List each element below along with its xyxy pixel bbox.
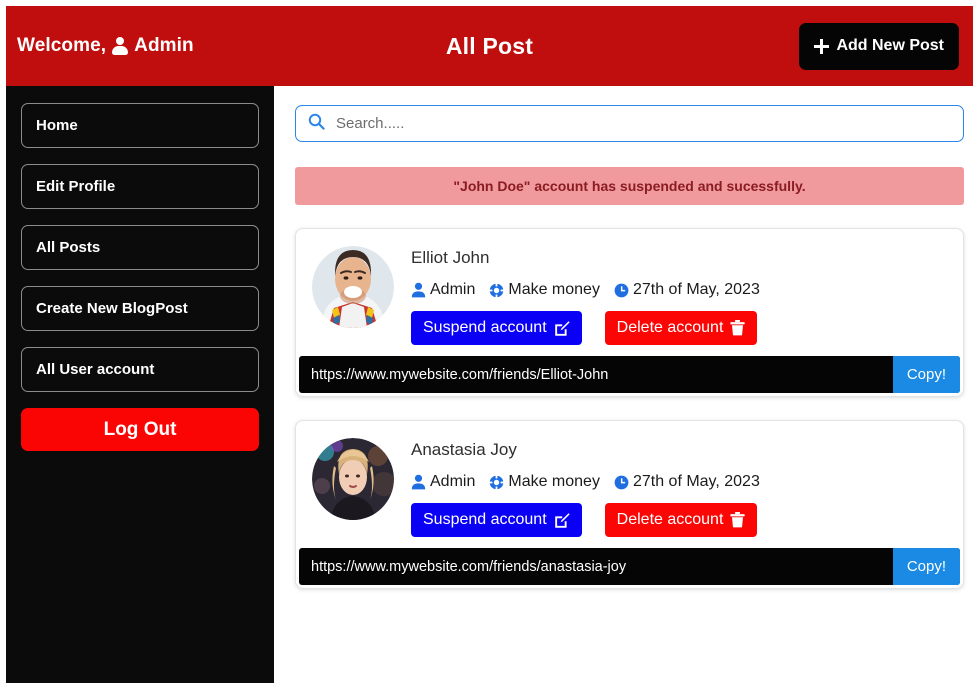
category-icon	[489, 282, 505, 298]
user-card-info: Anastasia Joy Admin Make money 27th of M…	[411, 438, 947, 537]
add-new-post-button[interactable]: Add New Post	[799, 22, 959, 70]
clock-icon	[614, 283, 629, 298]
user-role-label: Admin	[430, 473, 476, 490]
delete-account-label: Delete account	[616, 511, 724, 528]
trash-icon	[730, 512, 745, 528]
category-icon	[489, 474, 505, 490]
user-card-info: Elliot John Admin Make money 27th of May…	[411, 246, 947, 345]
delete-account-button[interactable]: Delete account	[604, 503, 758, 537]
user-card: Anastasia Joy Admin Make money 27th of M…	[295, 420, 964, 589]
user-date: 27th of May, 2023	[614, 281, 760, 299]
user-category-label: Make money	[508, 473, 600, 490]
suspend-account-button[interactable]: Suspend account	[411, 311, 582, 345]
person-icon	[411, 474, 426, 490]
copy-url-button[interactable]: Copy!	[892, 548, 960, 585]
user-action-buttons: Suspend account Delete account	[411, 503, 947, 537]
body-wrapper: Home Edit Profile All Posts Create New B…	[6, 86, 973, 683]
user-role: Admin	[411, 473, 475, 491]
person-icon	[411, 282, 426, 298]
user-date-label: 27th of May, 2023	[632, 281, 760, 298]
clock-icon	[614, 475, 629, 490]
user-meta-row: Admin Make money 27th of May, 2023	[411, 473, 947, 491]
user-date-label: 27th of May, 2023	[632, 473, 760, 490]
app-header: Welcome, Admin All Post Add New Post	[6, 6, 973, 86]
app-root: Welcome, Admin All Post Add New Post Hom…	[0, 0, 979, 683]
sidebar-item-all-user-account[interactable]: All User account	[21, 347, 259, 392]
user-category-label: Make money	[508, 281, 600, 298]
user-name: Elliot John	[411, 248, 490, 267]
avatar	[312, 246, 394, 328]
pencil-square-icon	[554, 512, 570, 528]
user-card-body: Anastasia Joy Admin Make money 27th of M…	[296, 421, 963, 548]
sidebar-item-all-posts[interactable]: All Posts	[21, 225, 259, 270]
user-card-body: Elliot John Admin Make money 27th of May…	[296, 229, 963, 356]
user-category: Make money	[489, 281, 600, 299]
user-card: Elliot John Admin Make money 27th of May…	[295, 228, 964, 397]
person-icon	[112, 37, 129, 55]
user-action-buttons: Suspend account Delete account	[411, 311, 947, 345]
trash-icon	[730, 320, 745, 336]
pencil-square-icon	[554, 320, 570, 336]
sidebar: Home Edit Profile All Posts Create New B…	[6, 86, 274, 683]
status-alert: "John Doe" account has suspended and suc…	[295, 167, 964, 205]
add-new-post-label: Add New Post	[836, 37, 944, 54]
plus-icon	[814, 38, 830, 54]
sidebar-item-create-new-blogpost[interactable]: Create New BlogPost	[21, 286, 259, 331]
search-icon	[308, 113, 325, 135]
share-url-bar[interactable]: https://www.mywebsite.com/friends/Elliot…	[299, 356, 960, 393]
user-category: Make money	[489, 473, 600, 491]
suspend-account-label: Suspend account	[423, 319, 547, 336]
suspend-account-label: Suspend account	[423, 511, 547, 528]
share-url-text: https://www.mywebsite.com/friends/Elliot…	[311, 366, 609, 383]
search-bar[interactable]	[295, 105, 964, 142]
delete-account-button[interactable]: Delete account	[604, 311, 758, 345]
user-date: 27th of May, 2023	[614, 473, 760, 491]
logout-button[interactable]: Log Out	[21, 408, 259, 451]
suspend-account-button[interactable]: Suspend account	[411, 503, 582, 537]
main-content: "John Doe" account has suspended and suc…	[274, 86, 973, 683]
share-url-text: https://www.mywebsite.com/friends/anasta…	[311, 558, 627, 575]
copy-url-button[interactable]: Copy!	[892, 356, 960, 393]
welcome-greeting: Welcome, Admin	[17, 35, 194, 57]
header-user-name: Admin	[134, 35, 194, 56]
user-name: Anastasia Joy	[411, 440, 517, 459]
delete-account-label: Delete account	[616, 319, 724, 336]
avatar	[312, 438, 394, 520]
user-role: Admin	[411, 281, 475, 299]
share-url-bar[interactable]: https://www.mywebsite.com/friends/anasta…	[299, 548, 960, 585]
sidebar-item-edit-profile[interactable]: Edit Profile	[21, 164, 259, 209]
user-role-label: Admin	[430, 281, 476, 298]
sidebar-item-home[interactable]: Home	[21, 103, 259, 148]
user-meta-row: Admin Make money 27th of May, 2023	[411, 281, 947, 299]
search-input[interactable]	[334, 114, 951, 133]
welcome-label: Welcome,	[17, 35, 107, 56]
